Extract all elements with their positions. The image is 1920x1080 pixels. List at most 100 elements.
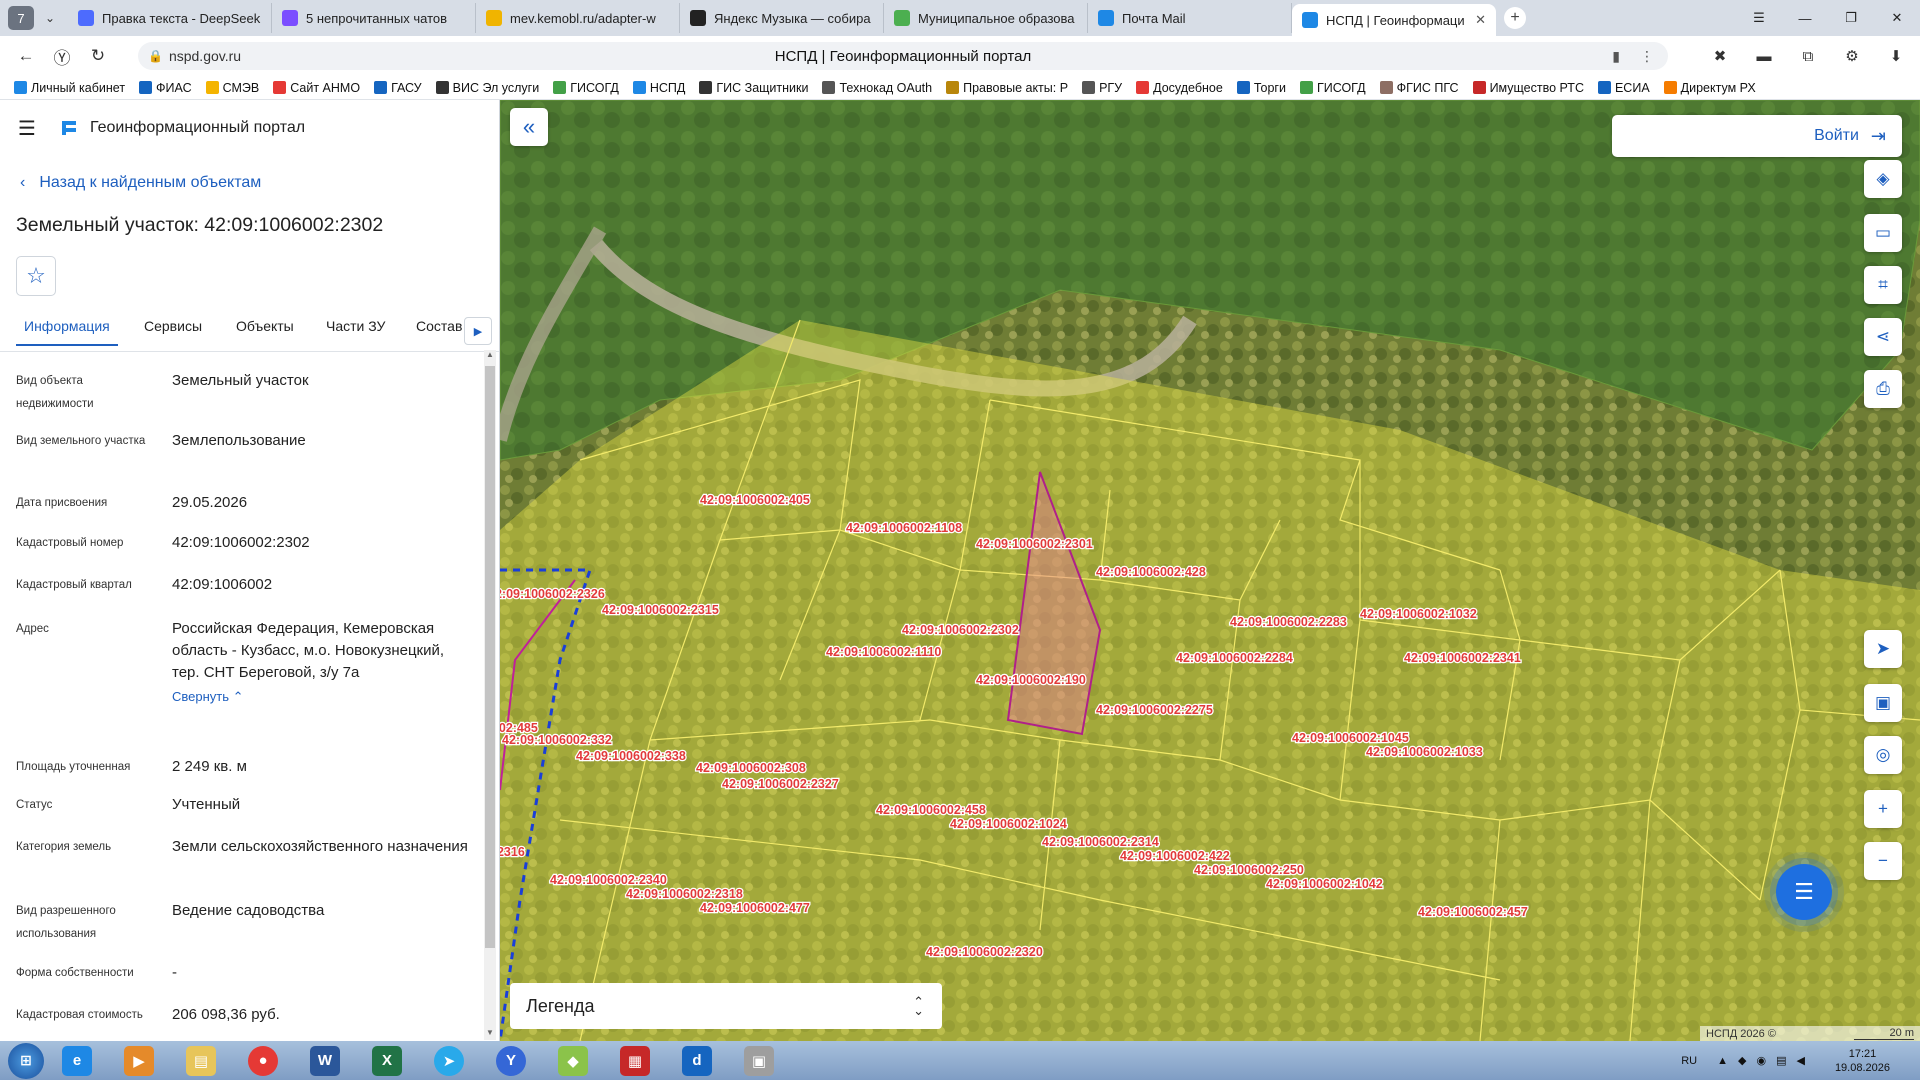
taskbar-word-icon[interactable]: W xyxy=(296,1043,354,1079)
start-button[interactable]: ⊞ xyxy=(8,1042,44,1079)
locate-icon[interactable]: ➤ xyxy=(1864,630,1902,668)
restore-icon[interactable]: ❐ xyxy=(1828,10,1874,26)
login-button[interactable]: Войти ⇥ xyxy=(1612,115,1902,157)
browser-tab[interactable]: Муниципальное образова xyxy=(884,3,1088,33)
taskbar-app-icon[interactable]: ◆ xyxy=(544,1043,602,1079)
close-tab-icon[interactable]: ✕ xyxy=(1475,12,1486,28)
tray-app-icon[interactable]: ◆ xyxy=(1738,1054,1746,1067)
bookmark-item[interactable]: ГИСОГД xyxy=(1299,81,1366,95)
tabs-menu-icon[interactable]: ☰ xyxy=(1736,10,1782,26)
bookmark-item[interactable]: Технокад OAuth xyxy=(822,81,932,95)
collapse-address-link[interactable]: Свернуть ⌃ xyxy=(172,686,472,708)
back-to-results-link[interactable]: ‹ Назад к найденным объектам xyxy=(20,174,261,192)
target-icon[interactable]: ◎ xyxy=(1864,736,1902,774)
tray-app-icon[interactable]: ◉ xyxy=(1756,1054,1766,1067)
chevron-down-icon[interactable]: ⌄ xyxy=(38,6,62,30)
bookmark-item[interactable]: Правовые акты: Р xyxy=(946,81,1068,95)
scroll-down-icon[interactable]: ▼ xyxy=(484,1028,496,1040)
browser-tab[interactable]: Почта Mail xyxy=(1088,3,1292,33)
browser-tab[interactable]: Правка текста - DeepSeek xyxy=(68,3,272,33)
taskbar-yandex-icon[interactable]: Y xyxy=(482,1043,540,1079)
bookmark-item[interactable]: НСПД xyxy=(632,81,685,95)
zoom-out-button[interactable]: − xyxy=(1864,842,1902,880)
network-icon[interactable]: ▤ xyxy=(1776,1054,1786,1067)
taskbar-app-icon[interactable]: ▣ xyxy=(730,1043,788,1079)
bookmark-item[interactable]: ФГИС ПГС xyxy=(1379,81,1459,95)
layers-icon[interactable]: ◈ xyxy=(1864,160,1902,198)
favorite-star-button[interactable]: ☆ xyxy=(16,256,56,296)
extension-icon[interactable]: ⚙ xyxy=(1840,44,1864,68)
taskbar-app-icon[interactable]: ▦ xyxy=(606,1043,664,1079)
legend-dropdown[interactable]: Легенда ⌃ ⌄ xyxy=(510,983,942,1029)
bookmark-item[interactable]: РГУ xyxy=(1082,81,1122,95)
taskbar-ie-icon[interactable]: e xyxy=(48,1043,106,1079)
bookmark-item[interactable]: Директум РХ xyxy=(1663,81,1756,95)
url-field[interactable]: 🔒 nspd.gov.ru НСПД | Геоинформационный п… xyxy=(138,42,1668,70)
browser-tab[interactable]: mev.kemobl.ru/adapter-w xyxy=(476,3,680,33)
taskbar-telegram-icon[interactable]: ➤ xyxy=(420,1043,478,1079)
clock[interactable]: 17:21 19.08.2026 xyxy=(1835,1047,1890,1075)
bookmark-item[interactable]: СМЭВ xyxy=(205,81,259,95)
tabs-next-icon[interactable]: ▶ xyxy=(464,317,492,345)
language-indicator[interactable]: RU xyxy=(1681,1055,1697,1067)
bookmark-favicon-icon xyxy=(139,81,153,94)
ruler-icon[interactable]: ▭ xyxy=(1864,214,1902,252)
collapse-panel-button[interactable]: « xyxy=(510,108,548,146)
bookmark-item[interactable]: ВИС Эл услуги xyxy=(435,81,539,95)
zoom-in-button[interactable]: + xyxy=(1864,790,1902,828)
minimize-icon[interactable]: — xyxy=(1782,11,1828,26)
tray-arrow-icon[interactable]: ▲ xyxy=(1717,1055,1728,1067)
tab-1[interactable]: Сервисы xyxy=(144,318,202,334)
taskbar-chrome-icon[interactable]: ● xyxy=(234,1043,292,1079)
bookmark-item[interactable]: ГИС Защитники xyxy=(699,81,808,95)
close-window-icon[interactable]: ✕ xyxy=(1874,10,1920,26)
share-icon[interactable]: ⋖ xyxy=(1864,318,1902,356)
tab-3[interactable]: Части ЗУ xyxy=(326,318,385,334)
bookmark-item[interactable]: Досудебное xyxy=(1136,81,1223,95)
chat-icon[interactable]: ☰ xyxy=(1776,864,1832,920)
taskbar-explorer-icon[interactable]: ▤ xyxy=(172,1043,230,1079)
extension-icon[interactable]: ⧉ xyxy=(1796,44,1820,68)
bookmark-item[interactable]: ФИАС xyxy=(139,81,192,95)
tab-2[interactable]: Объекты xyxy=(236,318,294,334)
taskbar-media-icon[interactable]: ▶ xyxy=(110,1043,168,1079)
bookmark-favicon-icon xyxy=(14,81,27,94)
bookmark-icon[interactable]: ▮ xyxy=(1612,48,1620,65)
extension-icon[interactable]: ✖ xyxy=(1708,44,1732,68)
yandex-icon[interactable]: Ⓨ xyxy=(44,40,80,72)
browser-tab[interactable]: НСПД | Геоинформаци ✕ xyxy=(1292,4,1496,36)
reload-icon[interactable]: ↻ xyxy=(80,40,116,72)
area-select-icon[interactable]: ⌗ xyxy=(1864,266,1902,304)
volume-icon[interactable]: ◀ xyxy=(1796,1054,1804,1067)
browser-tab[interactable]: Яндекс Музыка — собира xyxy=(680,3,884,33)
panel-scrollbar[interactable]: ▲ ▼ xyxy=(484,350,496,1040)
bookmark-item[interactable]: ГИСОГД xyxy=(553,81,619,95)
print-icon[interactable]: ⎙ xyxy=(1864,370,1902,408)
taskbar-excel-icon[interactable]: X xyxy=(358,1043,416,1079)
new-tab-button[interactable]: + xyxy=(1504,7,1526,29)
tab-4[interactable]: Состав xyxy=(416,318,462,334)
bookmark-item[interactable]: ЕСИА xyxy=(1597,81,1650,95)
info-tabs: ▶ Информация Сервисы Объекты Части ЗУ Состав xyxy=(0,312,499,352)
bookmark-favicon-icon xyxy=(374,81,388,94)
tab-0[interactable]: Информация xyxy=(16,318,118,346)
extension-icon[interactable]: ▬ xyxy=(1752,44,1776,68)
bookmark-item[interactable]: Личный кабинет xyxy=(14,81,125,95)
scroll-thumb[interactable] xyxy=(485,366,495,948)
download-icon[interactable]: ⬇ xyxy=(1884,44,1908,68)
map-canvas[interactable]: 42:09:1006002:405 42:09:1006002:1108 42:09… xyxy=(500,100,1920,1041)
bookmark-item[interactable]: Сайт АНМО xyxy=(273,81,360,95)
browser-tab[interactable]: 5 непрочитанных чатов xyxy=(272,3,476,33)
browser-menu-icon[interactable]: 7 xyxy=(8,6,34,30)
menu-icon[interactable]: ☰ xyxy=(18,116,38,141)
bookmark-item[interactable]: ГАСУ xyxy=(374,81,422,95)
bookmark-item[interactable]: Имущество РТС xyxy=(1472,81,1584,95)
bookmark-item[interactable]: Торги xyxy=(1236,81,1286,95)
map-view[interactable]: 42:09:1006002:405 42:09:1006002:1108 42:09… xyxy=(500,100,1920,1041)
minimap-icon[interactable]: ▣ xyxy=(1864,684,1902,722)
taskbar-app-icon[interactable]: d xyxy=(668,1043,726,1079)
info-value-cell: Ведение садоводства xyxy=(172,900,472,922)
more-icon[interactable]: ⋮ xyxy=(1640,48,1654,65)
back-icon[interactable]: ← xyxy=(8,40,44,72)
scroll-up-icon[interactable]: ▲ xyxy=(484,350,496,362)
